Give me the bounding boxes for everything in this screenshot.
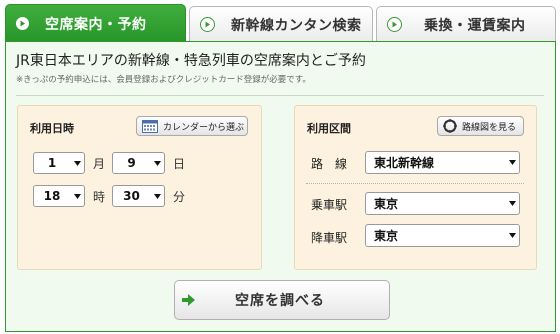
- day-value: 9: [127, 156, 136, 170]
- route-map-button-label: 路線図を見る: [462, 122, 517, 133]
- line-label: 路 線: [311, 157, 348, 171]
- day-unit: 日: [173, 157, 186, 171]
- dropdown-arrow-icon: [150, 160, 164, 166]
- search-availability-button[interactable]: 空席を調べる: [174, 280, 390, 320]
- calendar-icon: [142, 119, 158, 133]
- hour-select[interactable]: 18: [33, 185, 85, 207]
- minute-select[interactable]: 30: [112, 185, 165, 207]
- to-station-select[interactable]: 東京: [365, 224, 520, 247]
- line-select[interactable]: 東北新幹線: [365, 151, 520, 174]
- dropdown-arrow-icon: [505, 160, 519, 165]
- tab-shinkansen-search[interactable]: 新幹線カンタン検索: [189, 6, 373, 42]
- dropdown-arrow-icon: [70, 160, 84, 166]
- minute-value: 30: [123, 189, 140, 203]
- search-button-label: 空席を調べる: [235, 293, 325, 309]
- tab-label: 新幹線カンタン検索: [231, 17, 362, 34]
- calendar-button-label: カレンダーから選ぶ: [163, 122, 245, 133]
- date-time-title: 利用日時: [30, 122, 74, 135]
- registration-note: ※きっぷの予約申込には、会員登録およびクレジットカード登録が必要です。: [16, 75, 311, 85]
- divider: [16, 95, 544, 96]
- to-station-label: 降車駅: [311, 231, 348, 245]
- tab-label: 乗換・運賃案内: [424, 17, 526, 34]
- panel-title: JR東日本エリアの新幹線・特急列車の空席案内とご予約: [16, 53, 366, 69]
- minute-unit: 分: [173, 190, 186, 204]
- hour-value: 18: [43, 189, 61, 203]
- from-station-label: 乗車駅: [311, 198, 348, 212]
- play-icon: [16, 17, 29, 30]
- from-station-value: 東京: [374, 197, 399, 211]
- calendar-button[interactable]: カレンダーから選ぶ: [136, 116, 248, 136]
- tab-label: 空席案内・予約: [45, 16, 147, 33]
- route-title: 利用区間: [307, 122, 351, 135]
- hour-unit: 時: [93, 190, 106, 204]
- play-icon: [387, 17, 402, 32]
- line-value: 東北新幹線: [374, 156, 435, 170]
- route-map-icon: [443, 119, 457, 133]
- route-map-button[interactable]: 路線図を見る: [437, 116, 524, 136]
- dotted-divider: [306, 183, 524, 184]
- dropdown-arrow-icon: [505, 201, 519, 206]
- month-select[interactable]: 1: [33, 152, 85, 174]
- day-select[interactable]: 9: [112, 152, 165, 174]
- arrow-right-icon: [182, 294, 195, 306]
- tab-transfer-fare[interactable]: 乗換・運賃案内: [376, 6, 556, 42]
- to-station-value: 東京: [374, 229, 399, 243]
- dropdown-arrow-icon: [505, 233, 519, 238]
- month-value: 1: [47, 156, 57, 170]
- play-icon: [200, 17, 215, 32]
- month-unit: 月: [93, 157, 106, 171]
- dropdown-arrow-icon: [150, 193, 164, 199]
- tab-reservation[interactable]: 空席案内・予約: [5, 4, 186, 42]
- from-station-select[interactable]: 東京: [365, 192, 520, 215]
- dropdown-arrow-icon: [70, 193, 84, 199]
